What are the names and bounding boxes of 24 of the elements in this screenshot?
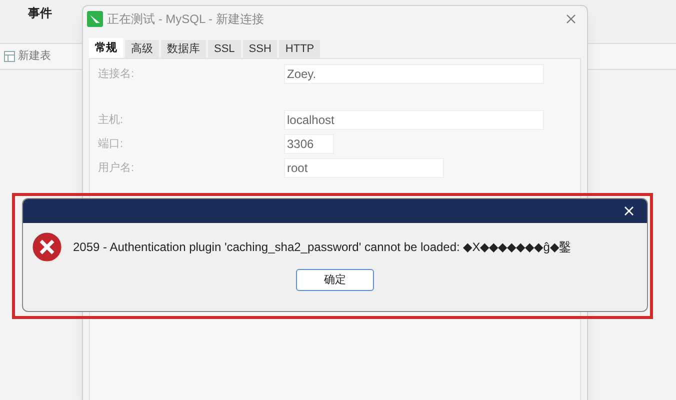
tab[interactable]: SSH [242, 40, 278, 58]
tab[interactable]: HTTP [279, 40, 320, 58]
field-label: 用户名: [98, 160, 136, 176]
tab[interactable]: SSL [208, 40, 241, 58]
error-message: 2059 - Authentication plugin 'caching_sha2_password' cannot be loaded: ◆X◆◆◆◆◆◆◆ĝ◆鑿 [73, 239, 571, 256]
field-label: 端口: [98, 136, 124, 152]
input-field[interactable]: localhost [284, 110, 544, 130]
table-icon [4, 51, 15, 62]
input-field[interactable]: 3306 [284, 134, 334, 154]
close-icon [624, 206, 634, 216]
menu-item[interactable]: 事件 [28, 4, 52, 22]
field-label: 连接名: [98, 66, 136, 82]
field-label: 主机: [98, 112, 124, 128]
ok-button[interactable]: 确定 [296, 269, 374, 291]
window-title: 正在测试 - MySQL - 新建连接 [107, 11, 264, 28]
tab[interactable]: 高级 [125, 40, 159, 58]
close-icon [566, 14, 576, 24]
tab[interactable]: 数据库 [161, 40, 206, 58]
error-icon [31, 231, 63, 263]
input-field[interactable]: Zoey. [284, 64, 544, 84]
app-logo-icon [87, 11, 103, 27]
new-table-button[interactable]: 新建表 [4, 48, 51, 65]
input-field[interactable]: root [284, 158, 444, 178]
tab[interactable]: 常规 [89, 38, 123, 58]
